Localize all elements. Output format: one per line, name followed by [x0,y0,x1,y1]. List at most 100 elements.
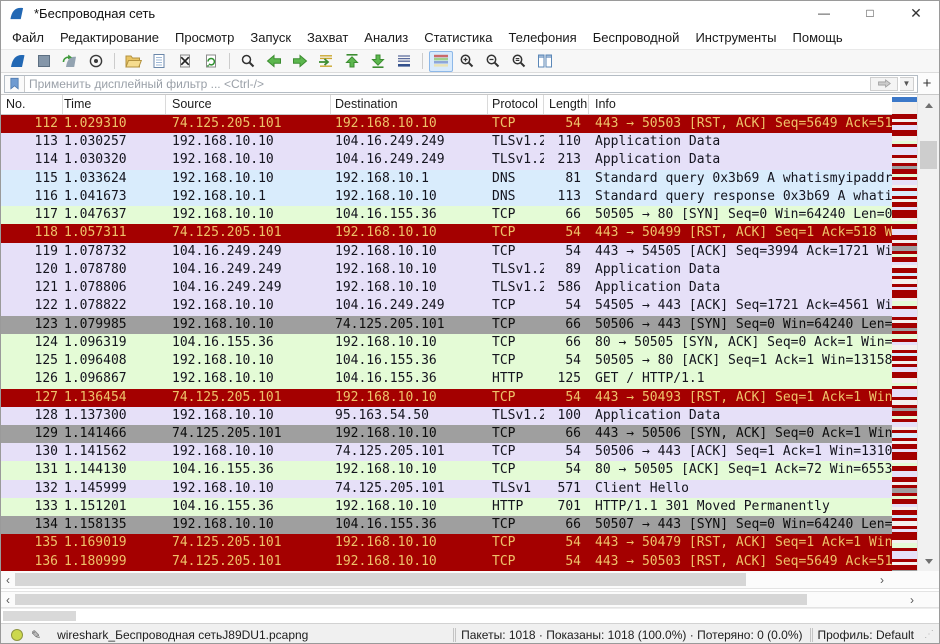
cell-time: 1.078822 [63,297,166,315]
packet-row[interactable]: 1321.145999192.168.10.1074.125.205.101TL… [1,480,939,498]
filter-dropdown-icon[interactable]: ▼ [900,77,914,91]
packet-row[interactable]: 1251.096408192.168.10.10104.16.155.36TCP… [1,352,939,370]
go-back-icon[interactable] [262,51,286,72]
capture-options-icon[interactable] [84,51,108,72]
stop-capture-icon[interactable] [32,51,56,72]
cell-protocol: TLSv1.2 [488,279,544,297]
go-to-packet-icon[interactable] [314,51,338,72]
packet-row[interactable]: 1221.078822192.168.10.10104.16.249.249TC… [1,297,939,315]
column-header-length[interactable]: Length [544,95,589,114]
zoom-original-icon[interactable] [507,51,531,72]
packet-row[interactable]: 1171.047637192.168.10.10104.16.155.36TCP… [1,206,939,224]
packet-row[interactable]: 1361.18099974.125.205.101192.168.10.10TC… [1,553,939,571]
menu-item-6[interactable]: Статистика [416,27,500,48]
packet-row[interactable]: 1231.079985192.168.10.1074.125.205.101TC… [1,316,939,334]
cell-no: 130 [1,443,63,461]
packet-row[interactable]: 1281.137300192.168.10.1095.163.54.50TLSv… [1,407,939,425]
open-file-icon[interactable] [121,51,145,72]
column-header-time[interactable]: Time [63,95,166,114]
resize-columns-icon[interactable] [533,51,557,72]
packet-row[interactable]: 1271.13645474.125.205.101192.168.10.10TC… [1,389,939,407]
packet-row[interactable]: 1181.05731174.125.205.101192.168.10.10TC… [1,224,939,242]
zoom-in-icon[interactable] [455,51,479,72]
cell-protocol: TCP [488,443,544,461]
menu-item-4[interactable]: Захват [299,27,356,48]
find-packet-icon[interactable] [236,51,260,72]
packet-minimap[interactable] [892,97,917,571]
scroll-up-icon[interactable] [918,97,939,113]
packet-row[interactable]: 1241.096319104.16.155.36192.168.10.10TCP… [1,334,939,352]
vertical-scrollbar[interactable] [917,95,939,571]
packet-row[interactable]: 1191.078732104.16.249.249192.168.10.10TC… [1,243,939,261]
empty-detail-strip [1,608,939,623]
display-filter-input[interactable] [25,77,870,91]
cell-no: 125 [1,352,63,370]
capture-comment-icon[interactable]: ✎ [31,628,41,642]
packet-row[interactable]: 1141.030320192.168.10.10104.16.249.249TL… [1,151,939,169]
go-forward-icon[interactable] [288,51,312,72]
scroll-right-icon[interactable]: › [905,592,919,607]
menu-item-3[interactable]: Запуск [242,27,299,48]
maximize-button[interactable]: □ [847,1,893,25]
menu-item-5[interactable]: Анализ [356,27,416,48]
go-first-packet-icon[interactable] [340,51,364,72]
add-filter-button[interactable]: + [918,75,936,92]
colorize-packets-icon[interactable] [429,51,453,72]
horizontal-scrollbar-detail[interactable]: ‹ › [1,591,939,608]
go-last-packet-icon[interactable] [366,51,390,72]
reload-file-icon[interactable] [199,51,223,72]
packet-row[interactable]: 1121.02931074.125.205.101192.168.10.10TC… [1,115,939,133]
packet-row[interactable]: 1351.16901974.125.205.101192.168.10.10TC… [1,534,939,552]
packet-row[interactable]: 1201.078780104.16.249.249192.168.10.10TL… [1,261,939,279]
menu-item-8[interactable]: Беспроводной [585,27,688,48]
cell-protocol: TCP [488,425,544,443]
save-file-icon[interactable] [147,51,171,72]
menu-item-9[interactable]: Инструменты [687,27,784,48]
cell-destination: 104.16.249.249 [331,151,488,169]
minimize-button[interactable]: — [801,1,847,25]
cell-destination: 192.168.10.10 [331,224,488,242]
close-button[interactable]: ✕ [893,1,939,25]
close-file-icon[interactable] [173,51,197,72]
cell-length: 54 [544,352,589,370]
zoom-out-icon[interactable] [481,51,505,72]
cell-length: 571 [544,480,589,498]
start-capture-icon[interactable] [6,51,30,72]
menu-item-10[interactable]: Помощь [785,27,851,48]
expert-info-icon[interactable] [11,629,23,641]
column-header-info[interactable]: Info [589,95,892,114]
menu-item-0[interactable]: Файл [4,27,52,48]
scroll-left-icon[interactable]: ‹ [1,571,15,588]
horizontal-scrollbar-list[interactable]: ‹ › [1,571,939,589]
packet-row[interactable]: 1131.030257192.168.10.10104.16.249.249TL… [1,133,939,151]
filter-bookmark-icon[interactable] [5,76,25,92]
vertical-scrollbar-thumb[interactable] [920,141,937,169]
packet-row[interactable]: 1331.151201104.16.155.36192.168.10.10HTT… [1,498,939,516]
packet-row[interactable]: 1161.041673192.168.10.1192.168.10.10DNS1… [1,188,939,206]
profile-label[interactable]: Профиль: Default [818,628,915,642]
horizontal-scrollbar-thumb[interactable] [15,573,746,586]
scroll-right-icon[interactable]: › [875,571,889,588]
resize-grip[interactable]: ⋰ [924,629,933,640]
horizontal-scrollbar-thumb[interactable] [15,594,807,605]
packet-row[interactable]: 1291.14146674.125.205.101192.168.10.10TC… [1,425,939,443]
column-header-destination[interactable]: Destination [331,95,488,114]
packet-row[interactable]: 1301.141562192.168.10.1074.125.205.101TC… [1,443,939,461]
menu-item-7[interactable]: Телефония [500,27,584,48]
scroll-left-icon[interactable]: ‹ [1,592,15,607]
packet-row[interactable]: 1261.096867192.168.10.10104.16.155.36HTT… [1,370,939,388]
menu-item-1[interactable]: Редактирование [52,27,167,48]
column-header-source[interactable]: Source [166,95,331,114]
packet-row[interactable]: 1311.144130104.16.155.36192.168.10.10TCP… [1,461,939,479]
scrollbar-thumb[interactable] [3,611,76,621]
packet-row[interactable]: 1151.033624192.168.10.10192.168.10.1DNS8… [1,170,939,188]
scroll-down-icon[interactable] [918,553,939,569]
restart-capture-icon[interactable] [58,51,82,72]
packet-row[interactable]: 1211.078806104.16.249.249192.168.10.10TL… [1,279,939,297]
auto-scroll-icon[interactable] [392,51,416,72]
column-header-protocol[interactable]: Protocol [488,95,544,114]
apply-filter-icon[interactable] [870,77,898,91]
column-header-no[interactable]: No. [1,95,63,114]
menu-item-2[interactable]: Просмотр [167,27,242,48]
packet-row[interactable]: 1341.158135192.168.10.10104.16.155.36TCP… [1,516,939,534]
